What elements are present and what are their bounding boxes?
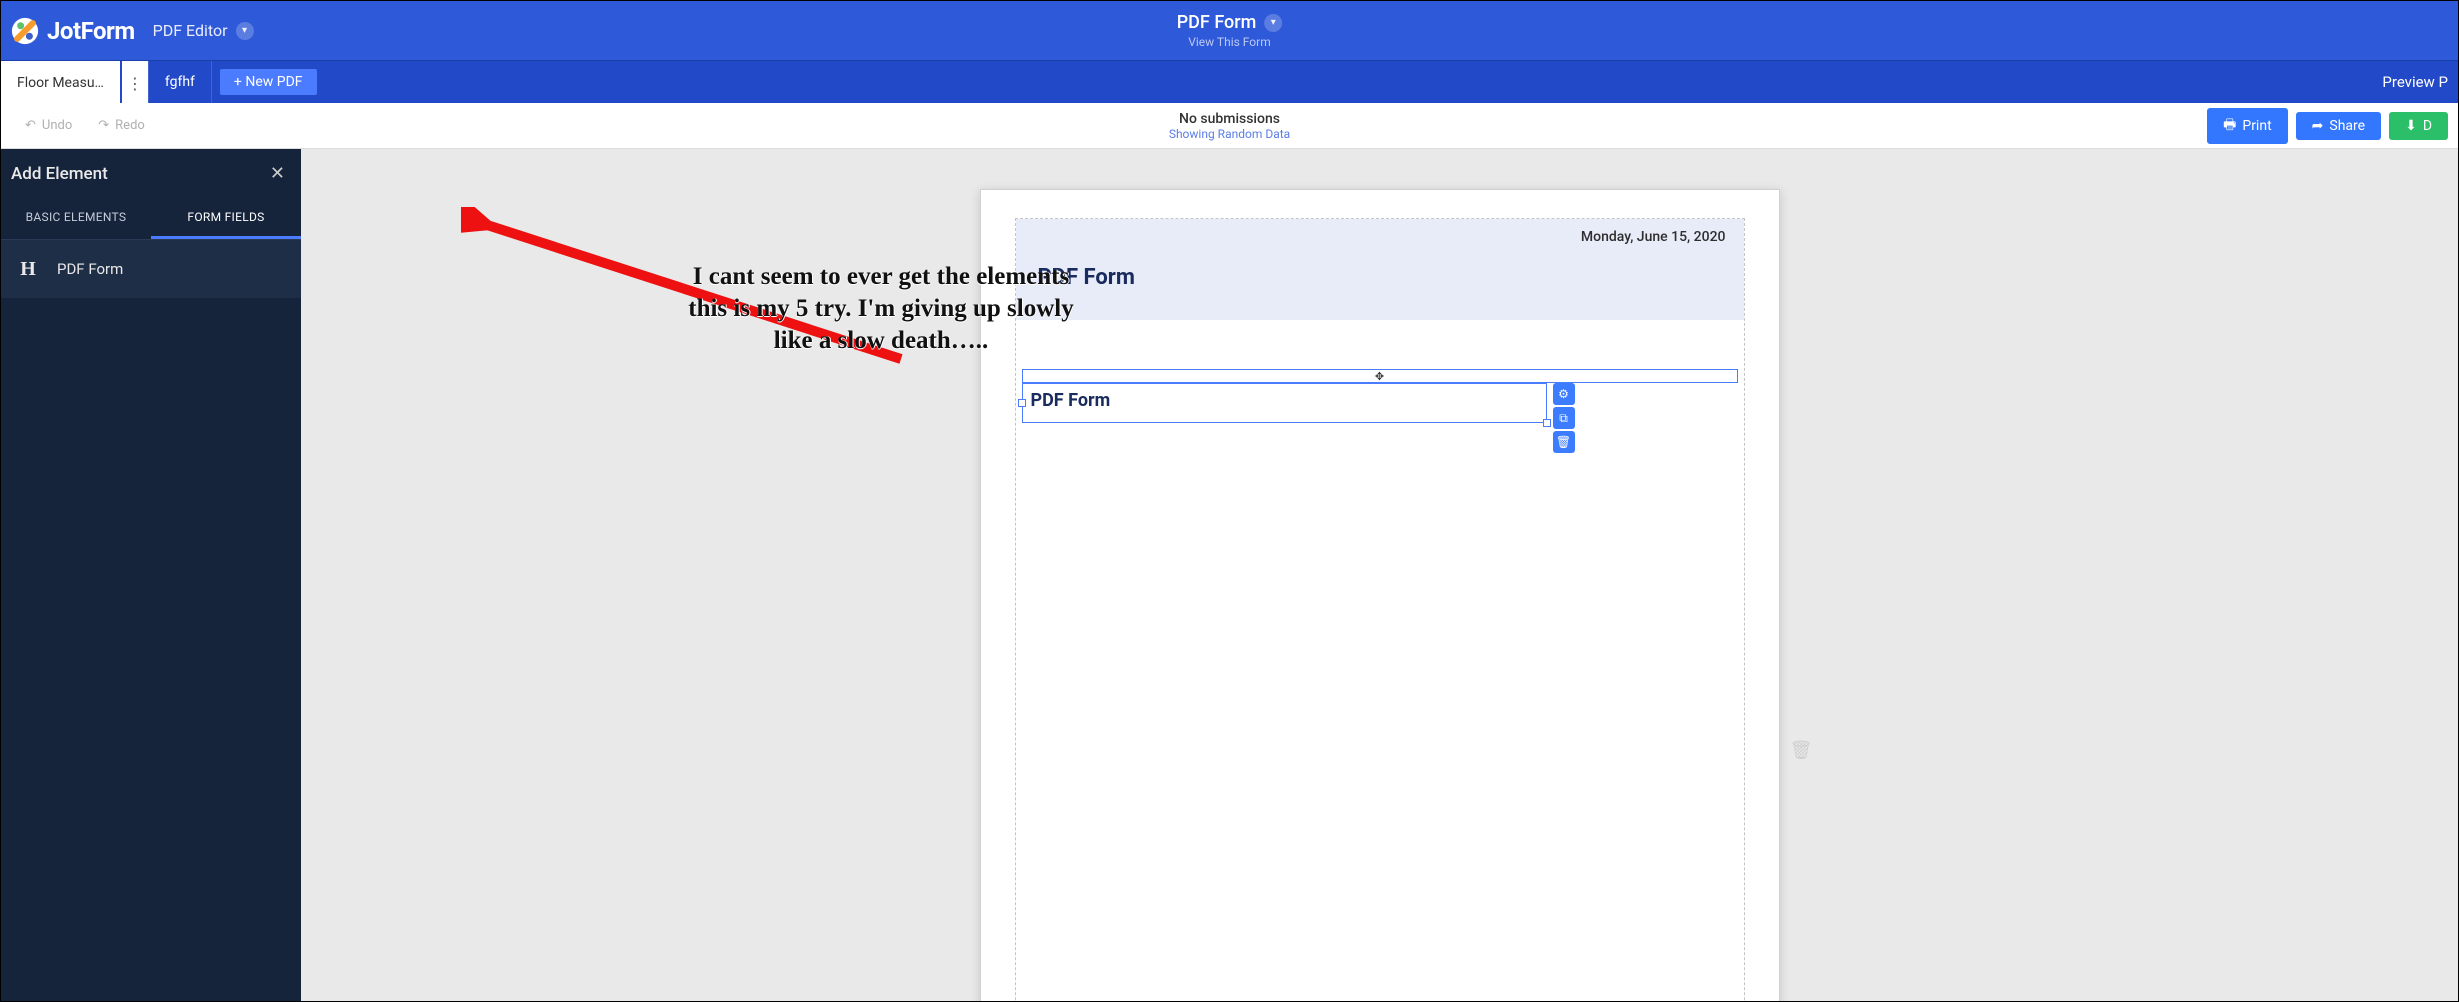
preview-button[interactable]: Preview P: [2382, 61, 2448, 103]
undo-button[interactable]: ↶ Undo: [15, 113, 82, 138]
app-root: JotForm PDF Editor ▾ PDF Form ▾ View Thi…: [0, 0, 2459, 1002]
element-item-label: PDF Form: [57, 260, 123, 278]
tab-label: Floor Measu…: [17, 75, 104, 91]
new-pdf-label: + New PDF: [234, 74, 303, 90]
share-button[interactable]: ➦ Share: [2296, 112, 2381, 140]
copy-icon: ⧉: [1559, 411, 1568, 426]
panel-tabs: BASIC ELEMENTS FORM FIELDS: [1, 198, 301, 240]
move-handle[interactable]: [1022, 369, 1738, 383]
logo-text: JotForm: [47, 17, 135, 45]
annotation-text: I cant seem to ever get the elements thi…: [681, 261, 1081, 357]
canvas-area[interactable]: I cant seem to ever get the elements thi…: [301, 149, 2458, 1001]
selected-field-text: PDF Form: [1031, 390, 1111, 411]
chevron-down-icon[interactable]: ▾: [1264, 14, 1282, 32]
selected-field[interactable]: PDF Form: [1022, 383, 1547, 423]
resize-handle-left[interactable]: [1018, 399, 1026, 407]
add-element-panel: Add Element ✕ BASIC ELEMENTS FORM FIELDS…: [1, 149, 301, 1001]
download-label: D: [2423, 118, 2432, 134]
close-icon[interactable]: ✕: [270, 163, 285, 184]
print-button[interactable]: 🖶 Print: [2207, 108, 2288, 144]
chevron-down-icon: ▾: [236, 22, 254, 40]
undo-label: Undo: [42, 118, 72, 133]
element-item-pdf-form[interactable]: H PDF Form: [1, 240, 301, 298]
submissions-status: No submissions Showing Random Data: [1169, 111, 1290, 141]
page-header-block[interactable]: Monday, June 15, 2020 PDF Form: [1016, 219, 1744, 320]
tab-fgfhf[interactable]: fgfhf: [148, 61, 212, 103]
tab-floor-measurement[interactable]: Floor Measu…: [1, 61, 120, 103]
delete-page-icon[interactable]: 🗑: [1790, 740, 1813, 761]
page-date: Monday, June 15, 2020: [1581, 229, 1726, 245]
resize-handle-bottom-right[interactable]: [1543, 419, 1551, 427]
share-label: Share: [2329, 118, 2365, 134]
redo-button[interactable]: ↷ Redo: [88, 113, 155, 138]
editor-label: PDF Editor: [153, 21, 228, 40]
tab-label: fgfhf: [165, 74, 195, 90]
print-icon: 🖶: [2223, 114, 2236, 138]
field-actions: ⚙ ⧉ 🗑: [1553, 383, 1575, 453]
redo-icon: ↷: [98, 118, 109, 133]
preview-label: Preview P: [2382, 73, 2448, 91]
header-element-icon: H: [13, 254, 43, 284]
new-pdf-button[interactable]: + New PDF: [220, 69, 317, 95]
kebab-menu-icon[interactable]: ⋮: [122, 61, 148, 103]
selected-field-wrap: PDF Form ⚙ ⧉ �: [1022, 369, 1738, 453]
header-bar: JotForm PDF Editor ▾ PDF Form ▾ View Thi…: [1, 1, 2458, 61]
download-icon: ⬇: [2405, 118, 2417, 134]
download-button[interactable]: ⬇ D: [2389, 112, 2448, 140]
tab-basic-elements[interactable]: BASIC ELEMENTS: [1, 198, 151, 239]
page-grid: Monday, June 15, 2020 PDF Form PDF Form: [1015, 218, 1745, 1001]
field-settings-button[interactable]: ⚙: [1553, 383, 1575, 405]
panel-header: Add Element ✕: [1, 149, 301, 198]
trash-icon: 🗑: [1556, 435, 1571, 449]
tabs-bar: Floor Measu… ⋮ fgfhf + New PDF Preview P: [1, 61, 2458, 103]
no-submissions-label: No submissions: [1169, 111, 1290, 127]
toolbar-actions: 🖶 Print ➦ Share ⬇ D: [2207, 108, 2448, 144]
field-duplicate-button[interactable]: ⧉: [1553, 407, 1575, 429]
header-center: PDF Form ▾ View This Form: [1177, 12, 1283, 49]
undo-redo-group: ↶ Undo ↷ Redo: [1, 113, 155, 138]
field-delete-button[interactable]: 🗑: [1553, 431, 1575, 453]
pdf-page[interactable]: 🗑 Monday, June 15, 2020 PDF Form PDF For…: [980, 189, 1780, 1001]
view-form-link[interactable]: View This Form: [1177, 35, 1283, 49]
print-label: Print: [2242, 118, 2271, 134]
share-icon: ➦: [2312, 118, 2324, 134]
random-data-link[interactable]: Showing Random Data: [1169, 127, 1290, 141]
tab-form-fields[interactable]: FORM FIELDS: [151, 198, 301, 239]
document-title[interactable]: PDF Form: [1177, 12, 1257, 33]
panel-title: Add Element: [11, 164, 108, 184]
toolbar: ↶ Undo ↷ Redo No submissions Showing Ran…: [1, 103, 2458, 149]
logo[interactable]: JotForm: [1, 17, 135, 45]
page-title: PDF Form: [1038, 265, 1722, 290]
redo-label: Redo: [115, 118, 145, 133]
editor-switcher[interactable]: PDF Editor ▾: [153, 21, 254, 40]
jotform-logo-icon: [11, 17, 39, 45]
gear-icon: ⚙: [1558, 387, 1569, 401]
undo-icon: ↶: [25, 118, 36, 133]
main-area: Add Element ✕ BASIC ELEMENTS FORM FIELDS…: [1, 149, 2458, 1001]
